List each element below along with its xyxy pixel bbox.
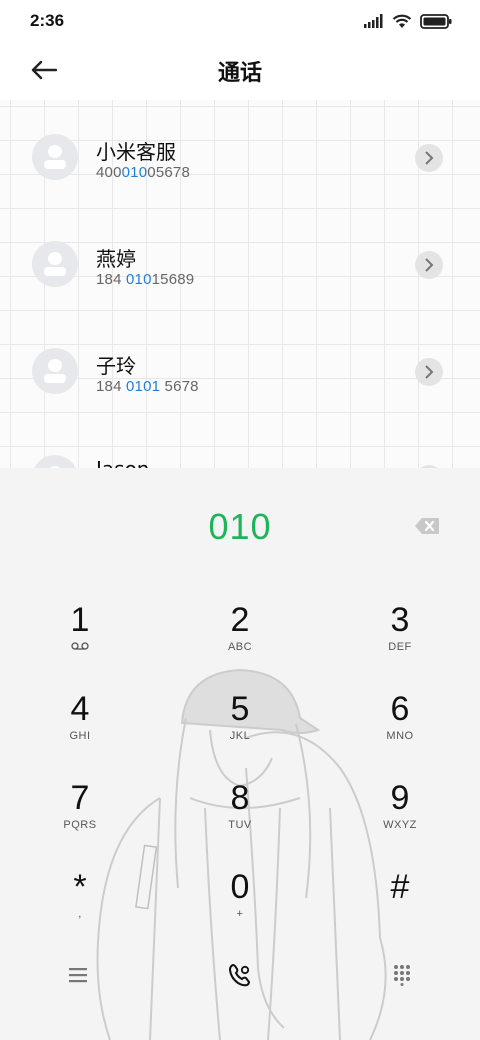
key-5[interactable]: 5 JKL [185,689,295,769]
contact-detail-button[interactable] [415,358,443,386]
signal-icon [364,14,383,28]
page-title: 通话 [217,61,262,86]
list-item[interactable]: 燕婷 184 01015689 [0,211,480,318]
dialpad-icon [394,965,410,986]
backspace-button[interactable] [414,517,440,535]
call-button[interactable] [222,962,258,988]
dialpad-toggle-button[interactable] [384,962,420,988]
contact-detail-button[interactable] [415,144,443,172]
list-item[interactable]: 小米客服 40001005678 [0,104,480,211]
key-star[interactable]: * , [25,867,135,947]
status-icons [364,13,452,29]
dialer-panel: 010 1 2 ABC 3 DEF 4 GHI 5 JKL 6 MNO 7 PQ… [0,468,480,1040]
menu-button[interactable] [60,962,96,988]
contact-name: 小米客服 [96,140,176,164]
back-arrow-icon [31,60,57,80]
menu-icon [69,968,87,983]
wifi-icon [392,14,412,28]
key-1[interactable]: 1 [25,600,135,680]
dialed-number: 010 [208,506,272,547]
avatar [32,348,78,394]
key-hash[interactable]: # [345,867,455,947]
voicemail-icon [71,642,89,650]
contact-number: 184 01015689 [96,271,195,288]
contact-detail-button[interactable] [415,251,443,279]
chevron-right-icon [425,151,434,165]
key-3[interactable]: 3 DEF [345,600,455,680]
contact-name: 燕婷 [96,247,136,271]
contact-name: 子玲 [96,354,136,378]
call-icon [228,963,251,987]
header: 通话 [0,42,480,100]
chevron-right-icon [425,365,434,379]
contact-number: 184 0101 5678 [96,378,199,395]
chevron-right-icon [425,258,434,272]
status-bar: 2:36 [0,0,480,42]
backspace-icon [415,518,439,534]
key-8[interactable]: 8 TUV [185,778,295,858]
key-7[interactable]: 7 PQRS [25,778,135,858]
battery-icon [420,13,452,29]
list-item[interactable]: 子玲 184 0101 5678 [0,318,480,425]
key-4[interactable]: 4 GHI [25,689,135,769]
key-2[interactable]: 2 ABC [185,600,295,680]
contact-number: 40001005678 [96,164,190,181]
avatar [32,134,78,180]
avatar [32,241,78,287]
key-9[interactable]: 9 WXYZ [345,778,455,858]
back-button[interactable] [28,56,60,84]
status-time: 2:36 [30,11,65,30]
key-0[interactable]: 0 + [185,867,295,947]
key-6[interactable]: 6 MNO [345,689,455,769]
